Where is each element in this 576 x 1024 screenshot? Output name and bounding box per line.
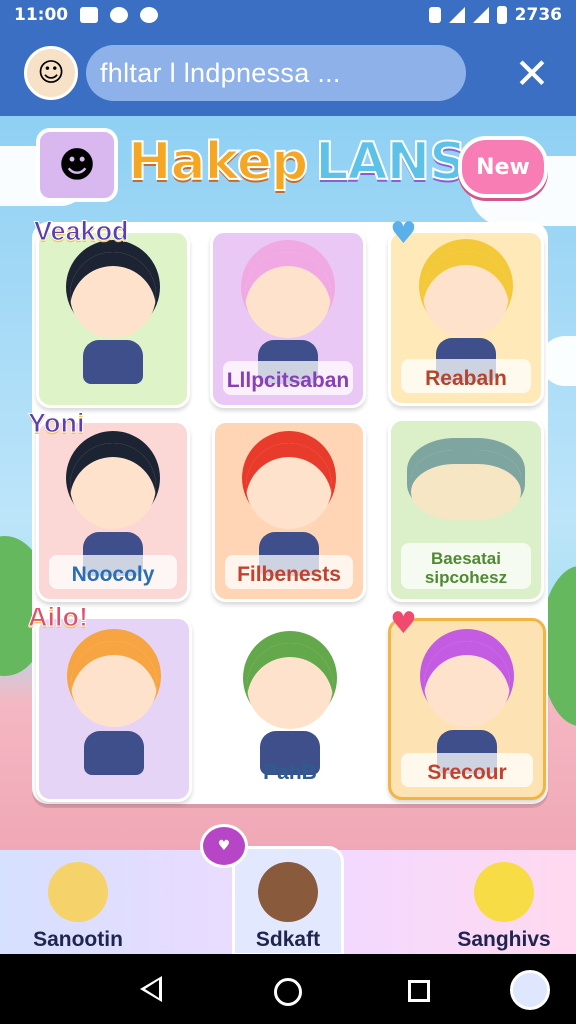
- character-portrait: [71, 640, 157, 727]
- strip-item[interactable]: Sdkaft: [230, 850, 346, 954]
- character-name: Reabaln: [425, 367, 507, 390]
- character-name: Baesatai sipcohesz: [424, 549, 508, 587]
- character-card[interactable]: Baesatai sipcohesz: [388, 418, 544, 602]
- character-portrait: [424, 641, 510, 728]
- gallery-icon: [80, 7, 99, 23]
- strip-item-icon: [258, 862, 318, 922]
- heart-icon: ♥: [390, 216, 417, 251]
- signal-icon: [472, 7, 489, 23]
- close-icon[interactable]: ✕: [512, 49, 552, 98]
- home-icon[interactable]: [274, 978, 302, 1006]
- character-card[interactable]: PahB: [212, 620, 368, 800]
- vibrate-icon: [428, 7, 441, 23]
- character-card[interactable]: Filbenests: [212, 420, 366, 602]
- character-card[interactable]: Noocoly: [36, 420, 190, 602]
- clock-text: 11:00: [14, 5, 69, 25]
- character-card[interactable]: [36, 616, 192, 802]
- mascot-icon: ☻: [36, 128, 118, 202]
- character-name: Srecour: [427, 761, 507, 784]
- strip-item[interactable]: Sanootin: [18, 850, 138, 954]
- avatar[interactable]: ☺: [24, 46, 78, 100]
- heart-icon: ♥: [390, 606, 417, 641]
- character-portrait: [245, 251, 331, 338]
- character-portrait: [70, 443, 156, 530]
- character-name: Filbenests: [237, 563, 341, 586]
- character-portrait: [247, 642, 333, 729]
- app-bar: ☺ fhltar l lndpnessa ... ✕: [0, 30, 576, 116]
- character-name: PahB: [263, 761, 317, 784]
- character-card[interactable]: Srecour: [388, 618, 546, 800]
- page-title: Hakep LANS: [127, 131, 468, 193]
- character-body: [83, 339, 143, 384]
- character-card[interactable]: [36, 230, 190, 408]
- recents-icon[interactable]: [408, 980, 430, 1002]
- strip-item-label: Sanghivs: [457, 928, 551, 951]
- search-input[interactable]: fhltar l lndpnessa ...: [86, 45, 466, 101]
- new-button[interactable]: New: [458, 136, 548, 198]
- message-icon: [140, 7, 159, 23]
- strip-item-icon: [48, 862, 108, 922]
- strip-item-label: Sanootin: [33, 928, 123, 951]
- strip-item-label: Sdkaft: [255, 928, 321, 951]
- character-card[interactable]: Reabaln: [388, 230, 544, 406]
- strip-item-icon: [474, 862, 534, 922]
- character-portrait: [411, 450, 521, 521]
- character-card[interactable]: Lllpcitsaban: [210, 230, 366, 408]
- card-tag: Ailo!: [28, 602, 89, 633]
- character-portrait: [70, 251, 156, 338]
- character-name: Lllpcitsaban: [226, 369, 350, 392]
- back-icon[interactable]: [140, 976, 162, 1002]
- strip-item[interactable]: Sanghivs: [440, 850, 568, 954]
- status-bar: 11:00 2736: [0, 0, 576, 30]
- card-tag: Veakod: [34, 216, 130, 247]
- title-word-1: Hakep: [127, 131, 309, 193]
- character-name: Noocoly: [71, 563, 155, 586]
- battery-icon: [496, 6, 507, 24]
- alarm-icon: [110, 7, 129, 23]
- assistant-icon[interactable]: [510, 970, 550, 1010]
- wifi-icon: [448, 7, 465, 23]
- character-body: [84, 730, 144, 775]
- character-portrait: [423, 251, 509, 338]
- title-word-2: LANS: [314, 131, 467, 193]
- battery-text: 2736: [514, 5, 562, 25]
- card-tag: Yoni: [28, 408, 85, 439]
- character-portrait: [246, 443, 332, 530]
